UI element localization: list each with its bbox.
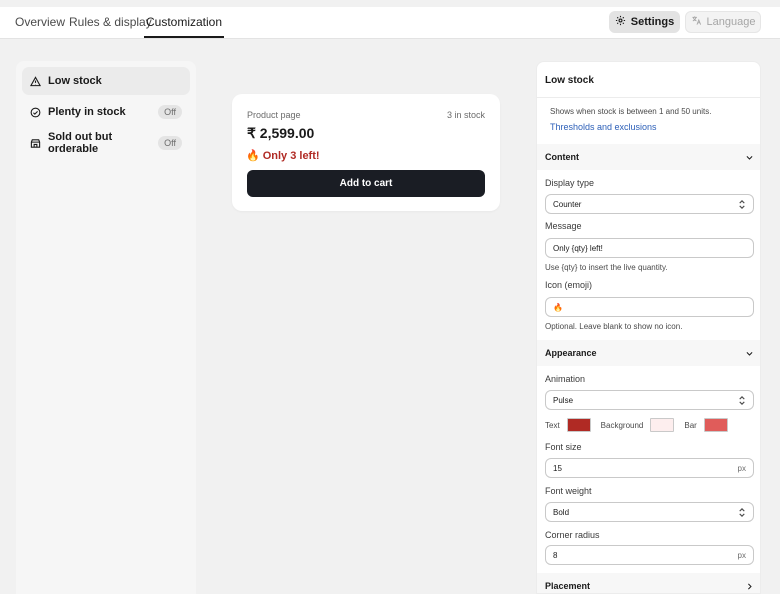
icon-input[interactable]: 🔥 [545, 297, 754, 317]
section-appearance-header[interactable]: Appearance [537, 340, 760, 366]
settings-button[interactable]: Settings [609, 11, 680, 33]
language-label: Language [706, 16, 756, 28]
state-label: Plenty in stock [48, 106, 126, 118]
panel-description: Shows when stock is between 1 and 50 uni… [550, 107, 712, 116]
text-color-label: Text [545, 420, 560, 430]
stock-message-text: Only 3 left! [262, 149, 320, 162]
icon-hint: Optional. Leave blank to show no icon. [545, 322, 683, 331]
display-type-value: Counter [553, 199, 582, 209]
section-placement-header[interactable]: Placement [537, 573, 760, 593]
font-size-value: 15 [553, 463, 562, 473]
state-item-sold-out-orderable[interactable]: Sold out but orderable Off [22, 129, 190, 157]
top-strip [0, 0, 780, 7]
font-weight-value: Bold [553, 507, 570, 517]
font-weight-select[interactable]: Bold [545, 502, 754, 522]
animation-label: Animation [545, 374, 586, 384]
font-size-label: Font size [545, 442, 582, 452]
check-circle-icon [30, 106, 42, 118]
chevron-right-icon [744, 581, 754, 591]
language-button[interactable]: Language [685, 11, 761, 33]
store-icon [30, 137, 42, 149]
corner-radius-value: 8 [553, 550, 558, 560]
text-color-swatch[interactable] [566, 418, 591, 432]
page-context-label: Product page [247, 110, 301, 120]
gear-icon [615, 15, 626, 29]
corner-radius-unit: px [737, 550, 746, 560]
select-arrows-icon [738, 507, 746, 518]
chevron-down-icon [744, 348, 754, 358]
color-row: Text Background Bar [545, 418, 738, 432]
section-content-header[interactable]: Content [537, 144, 760, 170]
display-type-select[interactable]: Counter [545, 194, 754, 214]
font-size-input[interactable]: 15 px [545, 458, 754, 478]
thresholds-link[interactable]: Thresholds and exclusions [550, 122, 657, 132]
message-value: Only {qty} left! [553, 243, 603, 253]
state-list-panel: Low stock Plenty in stock Off Sold out b… [16, 61, 196, 594]
fire-icon: 🔥 [553, 302, 563, 312]
bar-color-swatch[interactable] [703, 418, 728, 432]
message-input[interactable]: Only {qty} left! [545, 238, 754, 258]
state-item-low-stock[interactable]: Low stock [22, 67, 190, 95]
bar-color-label: Bar [684, 420, 697, 430]
chevron-down-icon [744, 152, 754, 162]
select-arrows-icon [738, 199, 746, 210]
state-item-plenty-in-stock[interactable]: Plenty in stock Off [22, 98, 190, 126]
translate-icon [691, 15, 702, 29]
section-title: Content [545, 152, 579, 162]
settings-panel: Low stock Shows when stock is between 1 … [536, 61, 761, 594]
display-type-label: Display type [545, 178, 595, 188]
icon-label: Icon (emoji) [545, 280, 593, 290]
tab-rules-display[interactable]: Rules & display [69, 7, 152, 38]
preview-card: Product page 3 in stock ₹ 2,599.00 🔥 Onl… [232, 94, 500, 211]
tab-customization[interactable]: Customization [144, 7, 225, 38]
status-badge: Off [158, 136, 182, 150]
background-color-swatch[interactable] [650, 418, 675, 432]
animation-select[interactable]: Pulse [545, 390, 754, 410]
section-title: Appearance [545, 348, 597, 358]
settings-label: Settings [630, 16, 675, 28]
stock-count: 3 in stock [446, 110, 485, 120]
font-weight-label: Font weight [545, 486, 592, 496]
message-hint: Use {qty} to insert the live quantity. [545, 263, 668, 272]
divider [537, 97, 760, 98]
background-color-label: Background [600, 420, 644, 430]
product-price: ₹ 2,599.00 [247, 125, 315, 141]
panel-title: Low stock [545, 75, 594, 86]
animation-value: Pulse [553, 395, 574, 405]
section-title: Placement [545, 581, 591, 591]
fire-icon: 🔥 [246, 150, 260, 162]
warning-icon [30, 75, 42, 87]
add-to-cart-button[interactable]: Add to cart [247, 170, 485, 197]
select-arrows-icon [738, 395, 746, 406]
state-label: Low stock [48, 75, 102, 87]
font-size-unit: px [737, 463, 746, 473]
tab-bar: Overview Rules & display Customization S… [0, 7, 780, 39]
corner-radius-label: Corner radius [545, 530, 600, 540]
message-label: Message [545, 221, 582, 231]
corner-radius-input[interactable]: 8 px [545, 545, 754, 565]
tab-overview[interactable]: Overview [15, 7, 65, 38]
stock-message: 🔥 Only 3 left! [246, 149, 320, 163]
status-badge: Off [158, 105, 182, 119]
state-label: Sold out but orderable [48, 131, 113, 155]
